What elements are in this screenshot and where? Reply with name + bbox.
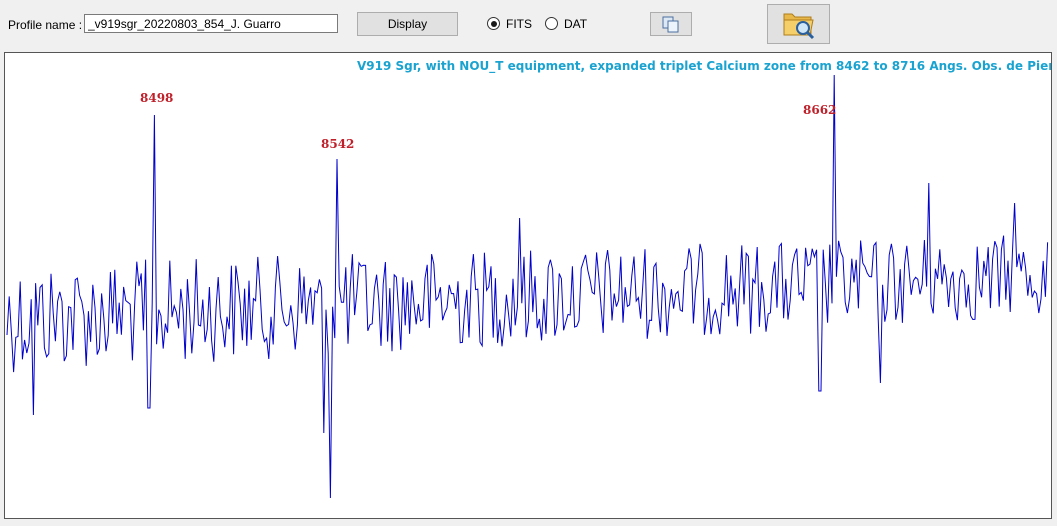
fits-radio[interactable] [487, 17, 500, 30]
peak-label-8542: 8542 [321, 137, 355, 151]
spectrum-plot: V919 Sgr, with NOU_T equipment, expanded… [4, 52, 1052, 519]
display-button[interactable]: Display [357, 12, 458, 36]
profile-name-input[interactable] [84, 14, 338, 33]
profile-name-label: Profile name : [8, 18, 83, 32]
peak-label-8662: 8662 [803, 103, 837, 117]
fits-label: FITS [506, 17, 532, 31]
chart-title: V919 Sgr, with NOU_T equipment, expanded… [357, 59, 1052, 73]
copy-icon [662, 16, 679, 33]
peak-label-8498: 8498 [140, 91, 174, 105]
dat-radio[interactable] [545, 17, 558, 30]
copy-button[interactable] [650, 12, 692, 36]
open-file-button[interactable] [767, 4, 830, 44]
spectrum-series-line [6, 74, 1049, 499]
folder-search-icon [783, 13, 815, 40]
toolbar: Profile name : Display FITS DAT [0, 0, 1057, 50]
spectrum-chart [6, 74, 1049, 499]
dat-label: DAT [564, 17, 588, 31]
